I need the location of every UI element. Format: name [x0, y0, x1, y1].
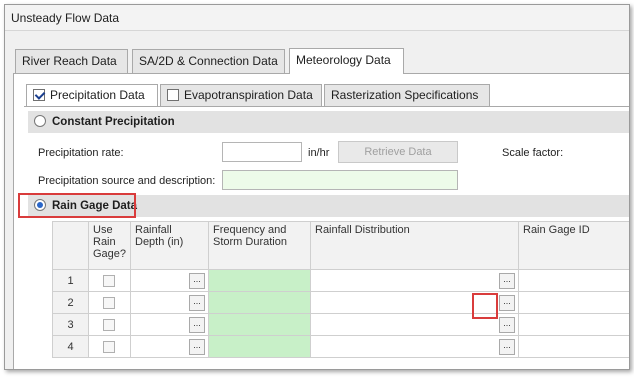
row-number: 2: [52, 291, 89, 314]
rain-gage-id-header: Rain Gage ID: [518, 221, 629, 270]
use-rain-gage-checkbox[interactable]: [103, 319, 115, 331]
ellipsis-button[interactable]: ...: [499, 295, 515, 311]
precipitation-panel: Constant Precipitation Precipitation rat…: [18, 106, 629, 369]
table-row: 3 ... ...: [52, 313, 629, 336]
tab-meteorology-data[interactable]: Meteorology Data: [289, 48, 404, 74]
scale-factor-label: Scale factor:: [502, 147, 564, 159]
ellipsis-button[interactable]: ...: [189, 295, 205, 311]
meteorology-panel: Precipitation Data Evapotranspiration Da…: [13, 73, 629, 369]
rainfall-distribution-header: Rainfall Distribution: [310, 221, 519, 270]
use-rain-gage-cell[interactable]: [88, 291, 131, 314]
frequency-storm-duration-cell[interactable]: [208, 335, 311, 358]
frequency-storm-duration-cell[interactable]: [208, 291, 311, 314]
table-row: 1 ... ...: [52, 269, 629, 292]
ellipsis-button[interactable]: ...: [189, 339, 205, 355]
tab-river-reach-data[interactable]: River Reach Data: [15, 49, 128, 73]
tab-sa2d-connection-data[interactable]: SA/2D & Connection Data: [132, 49, 285, 73]
use-rain-gage-cell[interactable]: [88, 335, 131, 358]
constant-precipitation-header[interactable]: Constant Precipitation: [28, 111, 629, 133]
evapotranspiration-enabled-checkbox[interactable]: [167, 89, 179, 101]
use-rain-gage-header: Use Rain Gage?: [88, 221, 131, 270]
use-rain-gage-cell[interactable]: [88, 269, 131, 292]
frequency-storm-duration-header: Frequency and Storm Duration: [208, 221, 311, 270]
precipitation-source-label: Precipitation source and description:: [38, 175, 216, 187]
rain-gage-id-cell[interactable]: [518, 313, 629, 336]
rain-gage-highlight: [18, 193, 136, 218]
constant-precipitation-radio[interactable]: [34, 115, 46, 127]
unsteady-flow-window: Unsteady Flow Data River Reach Data SA/2…: [4, 4, 630, 370]
precipitation-rate-unit: in/hr: [308, 147, 330, 159]
ellipsis-button[interactable]: ...: [499, 317, 515, 333]
ellipsis-button[interactable]: ...: [499, 339, 515, 355]
use-rain-gage-cell[interactable]: [88, 313, 131, 336]
rainfall-distribution-cell[interactable]: ...: [310, 269, 519, 292]
ellipsis-button[interactable]: ...: [499, 273, 515, 289]
tab-evapotranspiration-data[interactable]: Evapotranspiration Data: [160, 84, 322, 106]
ellipsis-button[interactable]: ...: [189, 317, 205, 333]
tab-precipitation-label: Precipitation Data: [50, 88, 145, 102]
use-rain-gage-checkbox[interactable]: [103, 341, 115, 353]
frequency-storm-duration-cell[interactable]: [208, 269, 311, 292]
frequency-storm-duration-cell[interactable]: [208, 313, 311, 336]
rain-gage-grid: Use Rain Gage? Rainfall Depth (in) Frequ…: [52, 221, 629, 369]
rainfall-depth-cell[interactable]: ...: [130, 335, 209, 358]
use-rain-gage-checkbox[interactable]: [103, 275, 115, 287]
table-row: 4 ... ...: [52, 335, 629, 358]
rainfall-depth-cell[interactable]: ...: [130, 291, 209, 314]
retrieve-data-button[interactable]: Retrieve Data: [338, 141, 458, 163]
use-rain-gage-checkbox[interactable]: [103, 297, 115, 309]
precipitation-source-input[interactable]: [222, 170, 458, 190]
rainfall-depth-header: Rainfall Depth (in): [130, 221, 209, 270]
grid-header-row: Use Rain Gage? Rainfall Depth (in) Frequ…: [52, 221, 629, 270]
rain-gage-id-cell[interactable]: [518, 335, 629, 358]
precipitation-rate-input[interactable]: [222, 142, 302, 162]
row-number: 4: [52, 335, 89, 358]
row-number: 1: [52, 269, 89, 292]
tab-rasterization-specifications[interactable]: Rasterization Specifications: [324, 84, 490, 106]
rain-gage-id-cell[interactable]: [518, 269, 629, 292]
row-number-header: [52, 221, 89, 270]
tab-evapotranspiration-label: Evapotranspiration Data: [184, 88, 313, 102]
rainfall-depth-cell[interactable]: ...: [130, 313, 209, 336]
rain-gage-id-cell[interactable]: [518, 291, 629, 314]
constant-precipitation-label: Constant Precipitation: [52, 116, 175, 128]
table-row: 2 ... ...: [52, 291, 629, 314]
ellipsis-button[interactable]: ...: [189, 273, 205, 289]
row-number: 3: [52, 313, 89, 336]
rainfall-distribution-ellipsis-highlight: [472, 293, 498, 319]
rainfall-depth-cell[interactable]: ...: [130, 269, 209, 292]
rainfall-distribution-cell[interactable]: ...: [310, 335, 519, 358]
window-title: Unsteady Flow Data: [5, 5, 629, 31]
precipitation-rate-label: Precipitation rate:: [38, 147, 124, 159]
precipitation-enabled-checkbox[interactable]: [33, 89, 45, 101]
tab-precipitation-data[interactable]: Precipitation Data: [26, 84, 158, 106]
